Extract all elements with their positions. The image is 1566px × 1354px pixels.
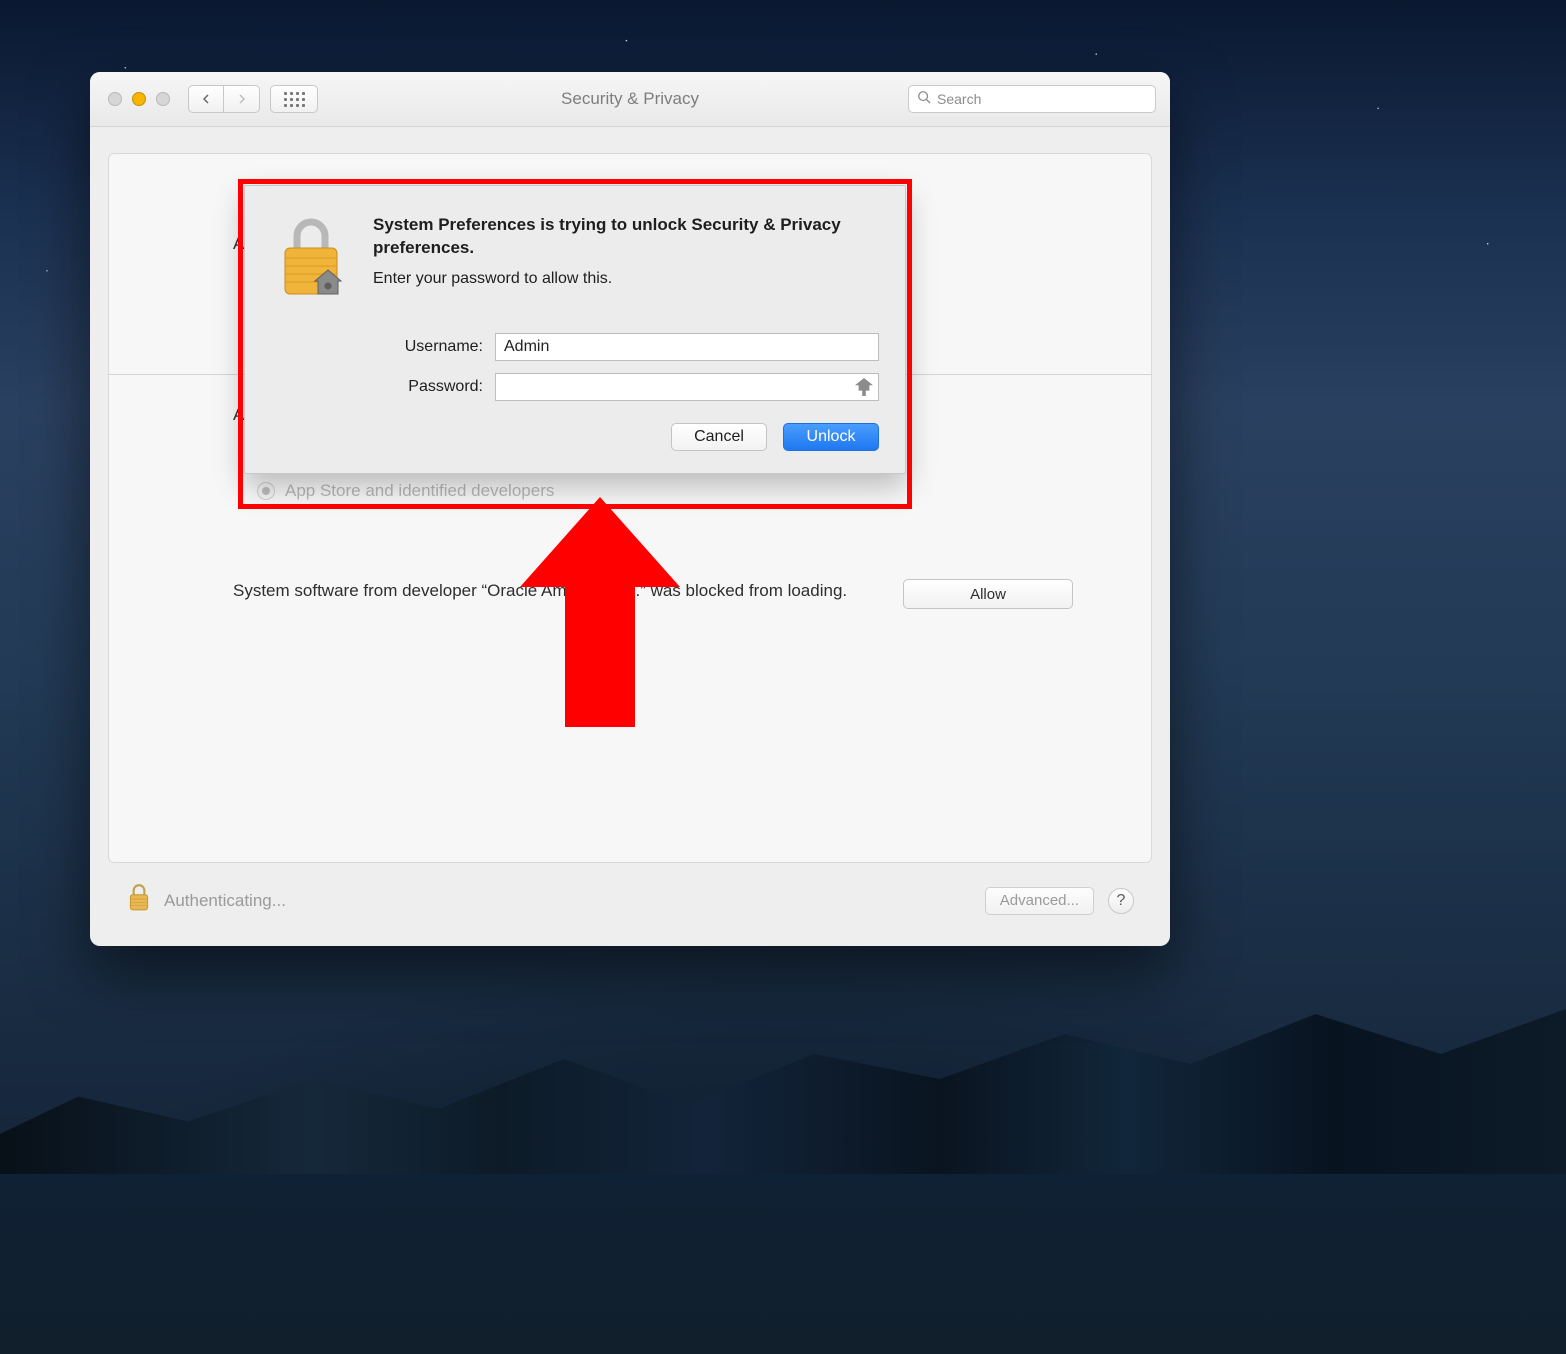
lock-icon[interactable]	[126, 883, 152, 918]
dialog-subtext: Enter your password to allow this.	[373, 270, 879, 288]
help-button[interactable]: ?	[1108, 888, 1134, 914]
cancel-button[interactable]: Cancel	[671, 423, 767, 451]
search-field[interactable]	[908, 85, 1156, 113]
unlock-button[interactable]: Unlock	[783, 423, 879, 451]
radio-app-store-dev-label: App Store and identified developers	[285, 481, 554, 501]
dialog-headline: System Preferences is trying to unlock S…	[373, 214, 879, 260]
auth-status-text: Authenticating...	[164, 891, 286, 911]
forward-button[interactable]	[224, 85, 260, 113]
search-input[interactable]	[937, 91, 1147, 107]
preferences-window: Security & Privacy A log Allow apps down…	[90, 72, 1170, 946]
back-button[interactable]	[188, 85, 224, 113]
username-input[interactable]	[495, 333, 879, 361]
search-icon	[917, 90, 931, 109]
blocked-software-text: System software from developer “Oracle A…	[233, 579, 847, 604]
minimize-window-button[interactable]	[132, 92, 146, 106]
close-window-button[interactable]	[108, 92, 122, 106]
password-input[interactable]	[495, 373, 879, 401]
advanced-button[interactable]: Advanced...	[985, 887, 1094, 915]
radio-app-store-dev[interactable]	[257, 482, 275, 500]
show-all-button[interactable]	[270, 85, 318, 113]
window-controls	[108, 92, 170, 106]
zoom-window-button[interactable]	[156, 92, 170, 106]
auth-dialog: System Preferences is trying to unlock S…	[244, 185, 906, 474]
username-label: Username:	[271, 338, 495, 356]
password-label: Password:	[271, 378, 495, 396]
grid-icon	[284, 92, 305, 107]
titlebar: Security & Privacy	[90, 72, 1170, 127]
lock-large-icon	[271, 214, 351, 309]
allow-button[interactable]: Allow	[903, 579, 1073, 609]
